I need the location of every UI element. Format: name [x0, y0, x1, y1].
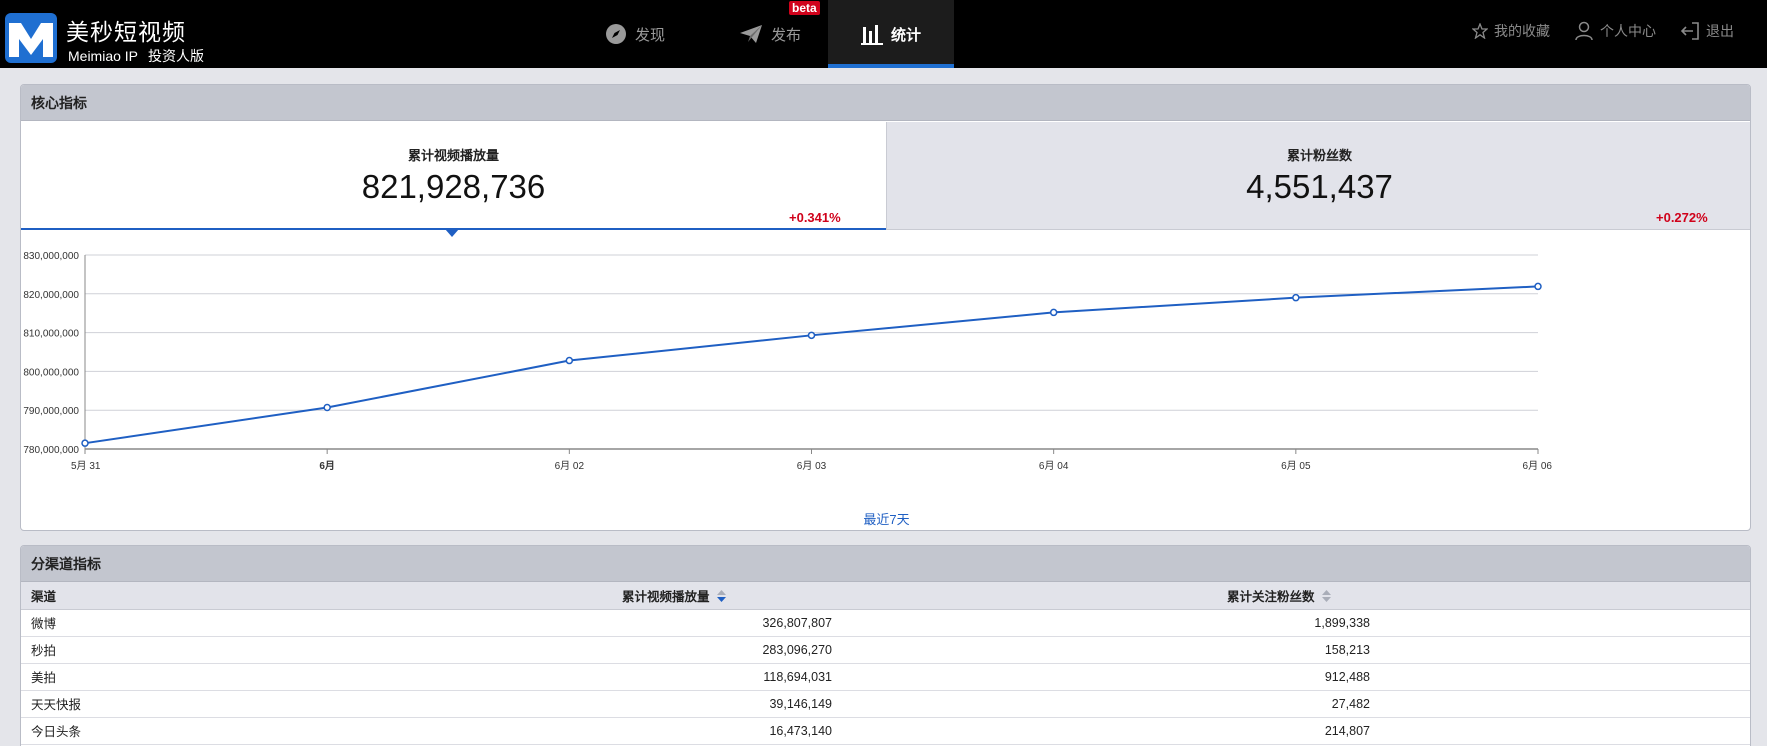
- data-point: [81, 439, 89, 447]
- fans-value: 158,213: [1324, 642, 1370, 657]
- nav-tab-stats[interactable]: 统计: [828, 0, 954, 68]
- channel-metrics-title: 分渠道指标: [21, 546, 1750, 582]
- compass-icon: [605, 23, 627, 45]
- x-tick-label: 6月 03: [797, 460, 827, 472]
- star-icon: [1472, 23, 1488, 39]
- views-value: 16,473,140: [769, 723, 832, 738]
- data-point: [565, 356, 574, 365]
- profile-label: 个人中心: [1600, 23, 1656, 39]
- metric-tab-fans[interactable]: 累计粉丝数 4,551,437 +0.272%: [886, 122, 1750, 230]
- bar-chart-icon: [860, 23, 883, 45]
- series-line: [84, 285, 1539, 445]
- core-metrics-title: 核心指标: [21, 85, 1750, 121]
- sign-out-icon: [1680, 22, 1700, 40]
- views-value: 283,096,270: [762, 642, 832, 657]
- core-metrics-panel: 核心指标 累计视频播放量 821,928,736 +0.341% 累计粉丝数 4…: [20, 84, 1751, 531]
- column-header-channel: 渠道: [21, 582, 612, 610]
- x-tick-label: 6月 05: [1281, 460, 1311, 472]
- metric-label: 累计粉丝数: [1286, 148, 1352, 163]
- y-tick-label: 780,000,000: [23, 445, 79, 456]
- logout-link[interactable]: 退出: [1680, 20, 1734, 42]
- fans-cell: 1,899,338: [1217, 609, 1750, 637]
- x-tick-label: 6月 04: [1039, 460, 1069, 472]
- nav-tab-discover[interactable]: 发现: [585, 0, 685, 68]
- fans-cell: 214,807: [1217, 717, 1750, 745]
- logo-icon[interactable]: [5, 13, 57, 63]
- column-header-label: 累计关注粉丝数: [1227, 589, 1315, 604]
- brand-sub-name: Meimiao IP: [68, 48, 139, 64]
- fans-value: 27,482: [1331, 696, 1370, 711]
- data-point: [807, 331, 816, 340]
- x-tick-label: 6月: [319, 460, 335, 472]
- brand-sub-edition: 投资人版: [148, 48, 205, 64]
- fans-value: 912,488: [1324, 669, 1370, 684]
- fans-cell: 27,482: [1217, 690, 1750, 718]
- nav-tab-label: 发布: [770, 26, 801, 44]
- beta-badge: beta: [789, 1, 820, 15]
- column-header-label: 渠道: [31, 589, 57, 604]
- metric-change: +0.341%: [789, 210, 841, 225]
- profile-link[interactable]: 个人中心: [1574, 20, 1656, 42]
- data-point: [1534, 282, 1542, 291]
- brand-subtitle: Meimiao IP 投资人版: [68, 46, 204, 66]
- favorites-label: 我的收藏: [1494, 23, 1550, 39]
- views-value: 118,694,031: [763, 669, 832, 684]
- x-tick-label: 5月 31: [71, 460, 101, 472]
- paper-plane-icon: [739, 24, 763, 44]
- channel-metrics-panel: 分渠道指标 渠道 累计视频播放量 累计关注粉丝数 微博 326,807,807 …: [20, 545, 1751, 746]
- table-row[interactable]: 美拍 118,694,031 912,488: [21, 663, 1750, 691]
- metric-label: 累计视频播放量: [407, 148, 499, 163]
- user-icon: [1574, 21, 1594, 41]
- y-tick-label: 820,000,000: [23, 290, 79, 301]
- channel-name-cell: 美拍: [21, 663, 612, 691]
- y-tick-label: 810,000,000: [23, 329, 79, 340]
- metric-change: +0.272%: [1656, 210, 1708, 225]
- nav-tab-label: 发现: [634, 26, 665, 44]
- views-cell: 16,473,140: [612, 717, 1217, 745]
- fans-cell: 158,213: [1217, 636, 1750, 664]
- metric-value: 821,928,736: [361, 168, 546, 205]
- top-nav-bar: 美秒短视频 Meimiao IP 投资人版 发现 发布 beta 统计 我的收藏 …: [0, 0, 1767, 68]
- table-row[interactable]: 微博 326,807,807 1,899,338: [21, 609, 1750, 637]
- table-row[interactable]: 今日头条 16,473,140 214,807: [21, 717, 1750, 745]
- fans-value: 214,807: [1324, 723, 1370, 738]
- data-point: [1292, 293, 1300, 302]
- channel-name-cell: 天天快报: [21, 690, 612, 718]
- logout-label: 退出: [1706, 23, 1734, 39]
- fans-value: 1,899,338: [1314, 615, 1370, 630]
- x-tick-label: 6月 06: [1523, 460, 1553, 472]
- metric-value: 4,551,437: [1246, 168, 1393, 205]
- channel-table: 渠道 累计视频播放量 累计关注粉丝数 微博 326,807,807 1,899,33…: [21, 582, 1750, 745]
- sort-icon[interactable]: [1322, 589, 1331, 605]
- y-tick-label: 800,000,000: [23, 367, 79, 378]
- views-value: 39,146,149: [769, 696, 832, 711]
- table-row[interactable]: 秒拍 283,096,270 158,213: [21, 636, 1750, 664]
- y-tick-label: 790,000,000: [23, 406, 79, 417]
- brand-title: 美秒短视频: [66, 20, 186, 46]
- nav-tab-label: 统计: [890, 26, 921, 44]
- column-header-label: 累计视频播放量: [622, 589, 710, 604]
- data-point: [323, 403, 331, 412]
- table-header-row: 渠道 累计视频播放量 累计关注粉丝数: [21, 582, 1750, 610]
- channel-name-cell: 微博: [21, 609, 612, 637]
- line-chart: 780,000,000 790,000,000 800,000,000 810,000…: [23, 251, 1553, 472]
- views-cell: 118,694,031: [612, 663, 1217, 691]
- sort-desc-icon[interactable]: [717, 589, 726, 605]
- channel-name-cell: 秒拍: [21, 636, 612, 664]
- x-tick-label: 6月 02: [555, 460, 585, 472]
- column-header-views[interactable]: 累计视频播放量: [612, 582, 1217, 610]
- y-tick-label: 830,000,000: [23, 251, 79, 262]
- table-row[interactable]: 天天快报 39,146,149 27,482: [21, 690, 1750, 718]
- views-cell: 326,807,807: [612, 609, 1217, 637]
- favorites-link[interactable]: 我的收藏: [1472, 20, 1550, 42]
- column-header-fans[interactable]: 累计关注粉丝数: [1217, 582, 1750, 610]
- views-value: 326,807,807: [762, 615, 832, 630]
- views-cell: 283,096,270: [612, 636, 1217, 664]
- metric-tab-views[interactable]: 累计视频播放量 821,928,736 +0.341%: [21, 122, 886, 230]
- data-point: [1049, 308, 1058, 317]
- fans-cell: 912,488: [1217, 663, 1750, 691]
- views-cell: 39,146,149: [612, 690, 1217, 718]
- channel-name-cell: 今日头条: [21, 717, 612, 745]
- chart-xlabel[interactable]: 最近7天: [21, 509, 1750, 528]
